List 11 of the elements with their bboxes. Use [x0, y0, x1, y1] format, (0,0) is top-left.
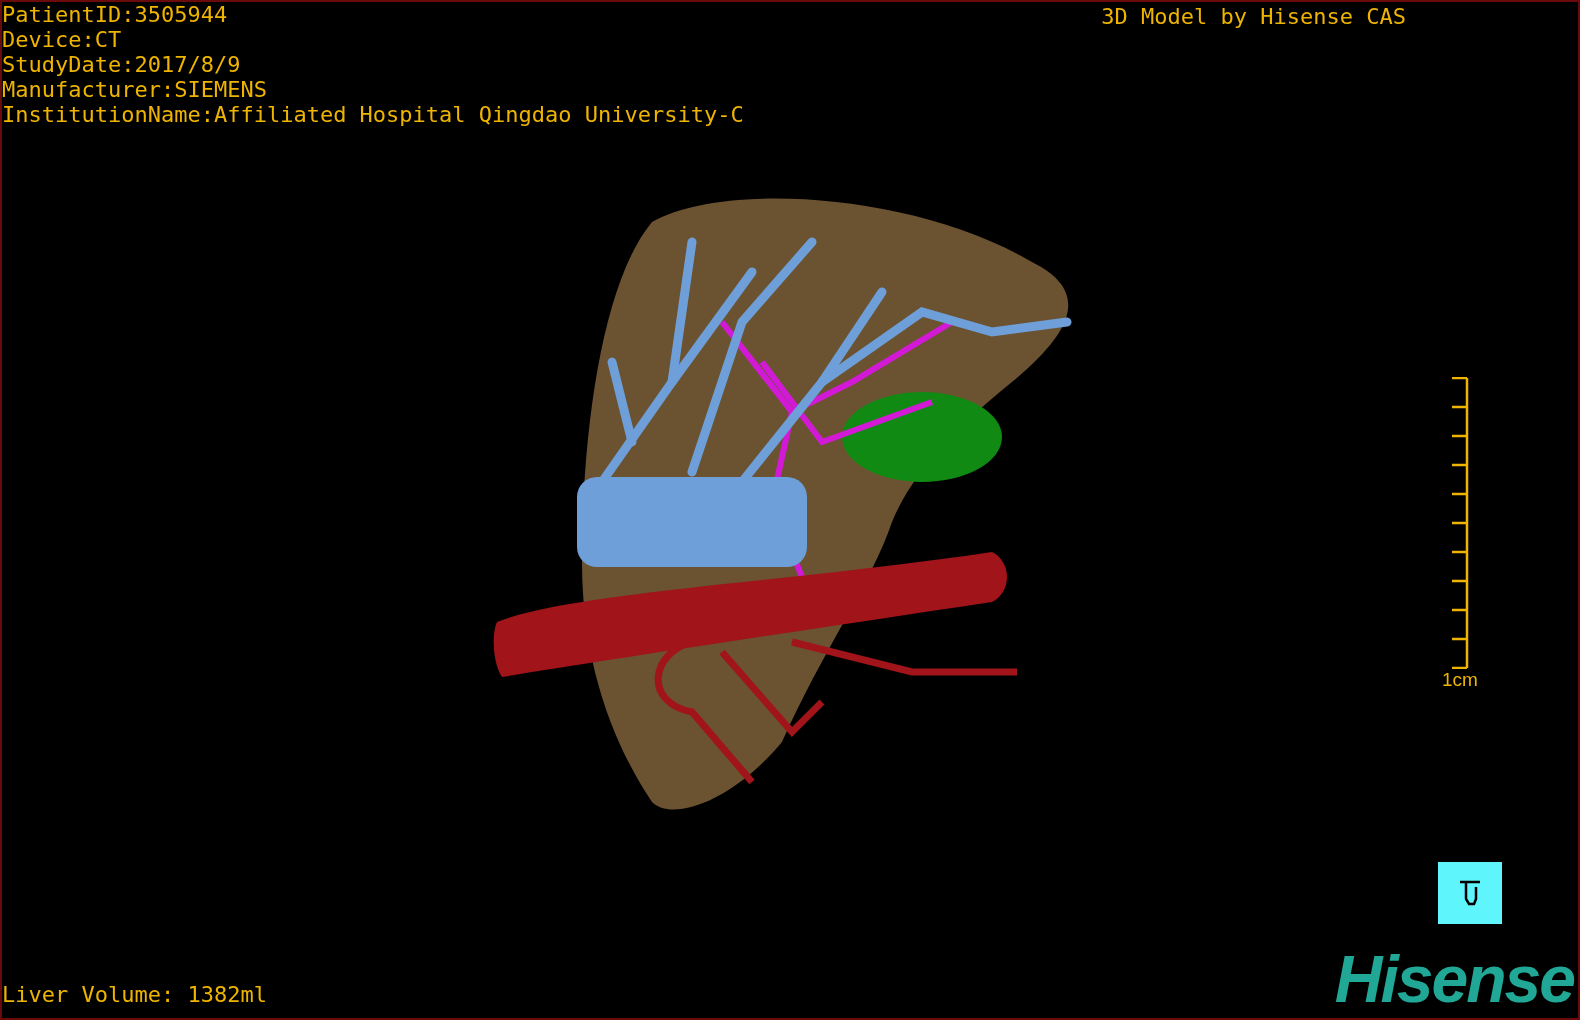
liver-volume-text: Liver Volume: 1382ml — [2, 982, 267, 1008]
tool-button[interactable] — [1438, 862, 1502, 924]
patient-info-text: PatientID:3505944 — [2, 2, 229, 27]
patient-info-text: Device:CT — [2, 27, 123, 52]
patient-info-text: InstitutionName:Affiliated Hospital Qingdao University-C — [2, 102, 744, 127]
scale-bar-icon — [1449, 377, 1470, 669]
scale-label: 1cm — [1442, 669, 1478, 691]
brand-logo: Hisense — [1334, 948, 1574, 1010]
model-title: 3D Model by Hisense CAS — [1101, 3, 1406, 31]
patient-info-text: StudyDate:2017/8/9 — [2, 52, 242, 77]
patient-info-text: Manufacturer:SIEMENS — [2, 77, 268, 102]
